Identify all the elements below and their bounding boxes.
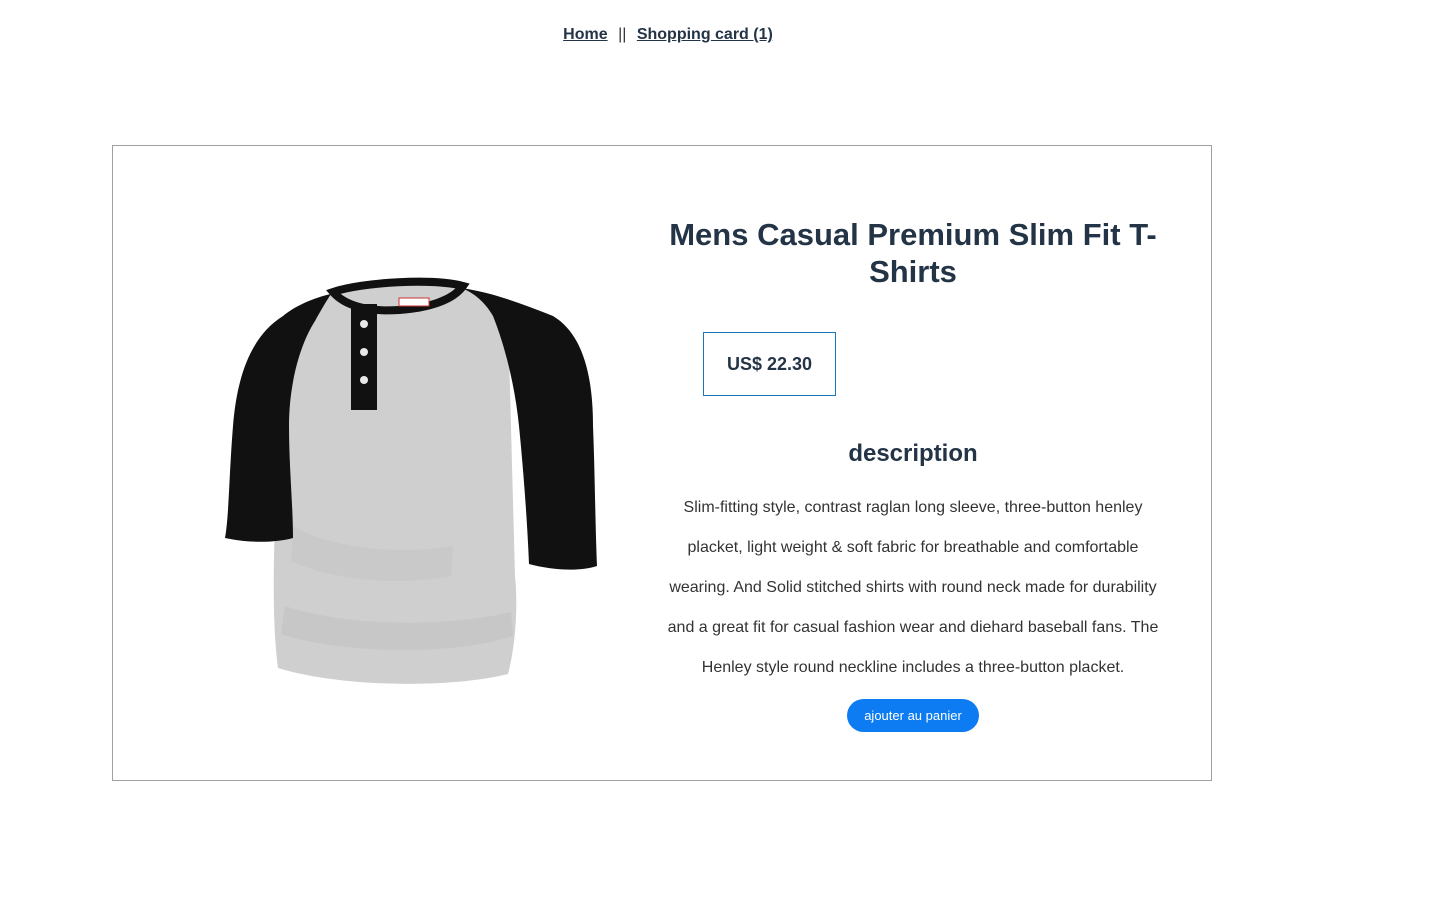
product-description: Slim-fitting style, contrast raglan long… (667, 499, 1159, 676)
product-info: Mens Casual Premium Slim Fit T-Shirts US… (665, 216, 1161, 732)
product-title: Mens Casual Premium Slim Fit T-Shirts (669, 217, 1157, 289)
top-navigation: Home || Shopping card (1) (0, 26, 1336, 44)
tshirt-icon (225, 277, 597, 684)
product-card: Mens Casual Premium Slim Fit T-Shirts US… (112, 145, 1212, 781)
add-to-cart-button[interactable]: ajouter au panier (847, 699, 979, 732)
description-heading: description (848, 440, 978, 467)
price-value: US$ 22.30 (726, 353, 813, 374)
product-image (223, 276, 603, 696)
home-link[interactable]: Home (563, 26, 607, 43)
price-badge: US$ 22.30 (703, 332, 836, 396)
nav-separator: || (618, 26, 627, 43)
shopping-cart-link[interactable]: Shopping card (1) (637, 26, 773, 43)
